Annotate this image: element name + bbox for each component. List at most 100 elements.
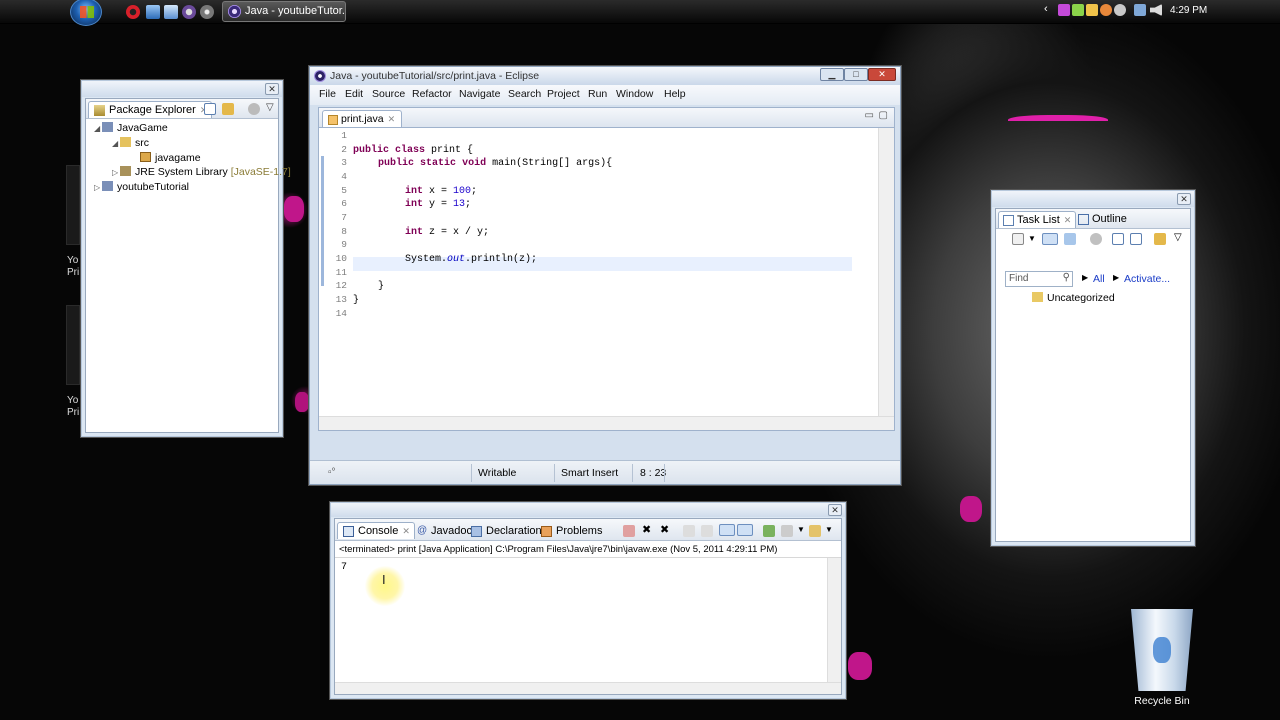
- scroll-lock-icon[interactable]: [701, 525, 713, 537]
- close-button[interactable]: ✕: [1177, 193, 1191, 205]
- tab-declaration[interactable]: Declaration: [471, 525, 542, 537]
- close-tab-icon[interactable]: ✕: [402, 526, 410, 536]
- expand-arrow-icon[interactable]: ◢: [94, 122, 102, 136]
- menu-source[interactable]: Source: [372, 88, 405, 100]
- tree-item-jre-library[interactable]: ▷ JRE System Library [JavaSE-1.7]: [112, 165, 291, 179]
- open-console-icon[interactable]: [809, 525, 821, 537]
- volume-icon[interactable]: [1150, 4, 1162, 16]
- minimize-editor-icon[interactable]: ▭: [865, 110, 874, 121]
- scheduled-icon[interactable]: [1064, 233, 1076, 245]
- pin-console-icon[interactable]: [763, 525, 775, 537]
- menu-run[interactable]: Run: [588, 88, 607, 100]
- tray-app-icon[interactable]: [1058, 4, 1070, 16]
- tray-app-icon[interactable]: [1114, 4, 1126, 16]
- chevron-down-icon[interactable]: ▽: [266, 102, 274, 113]
- horizontal-scrollbar[interactable]: [335, 682, 841, 694]
- tree-item-javagame-package[interactable]: javagame: [132, 151, 201, 165]
- start-button[interactable]: [70, 0, 102, 26]
- console-icon: [343, 526, 354, 537]
- switch-windows-icon[interactable]: [164, 5, 178, 19]
- chevron-down-icon[interactable]: ▼: [797, 525, 805, 534]
- tray-expand-icon[interactable]: ‹: [1044, 4, 1052, 16]
- network-icon[interactable]: [1134, 4, 1146, 16]
- maximize-button[interactable]: □: [844, 68, 868, 81]
- expand-arrow-icon[interactable]: ▷: [94, 181, 102, 195]
- find-input[interactable]: Find ⚲: [1005, 271, 1073, 287]
- clear-console-icon[interactable]: [683, 525, 695, 537]
- collapse-all-icon[interactable]: [204, 103, 216, 115]
- all-link[interactable]: All: [1093, 273, 1105, 285]
- recycle-bin[interactable]: Recycle Bin: [1124, 609, 1200, 707]
- close-button[interactable]: ✕: [828, 504, 842, 516]
- taskbar-eclipse-button[interactable]: Java - youtubeTutor...: [222, 1, 346, 22]
- remove-launch-icon[interactable]: ✖: [642, 523, 651, 536]
- word-wrap-icon[interactable]: [719, 524, 735, 536]
- collapse-all-icon[interactable]: [1130, 233, 1142, 245]
- tab-task-list[interactable]: Task List ✕: [998, 211, 1077, 228]
- synchronize-icon[interactable]: [1154, 233, 1166, 245]
- line-number: 9: [341, 239, 347, 250]
- tree-item-javagame[interactable]: ◢ JavaGame: [94, 121, 168, 135]
- tree-item-src[interactable]: ◢ src: [112, 136, 149, 150]
- tree-item-youtubetutorial[interactable]: ▷ youtubeTutorial: [94, 180, 189, 194]
- eclipse-titlebar[interactable]: Java - youtubeTutorial/src/print.java - …: [310, 67, 900, 85]
- new-task-icon[interactable]: [1012, 233, 1024, 245]
- terminate-icon[interactable]: [623, 525, 635, 537]
- package-explorer-titlebar[interactable]: ✕: [82, 81, 282, 97]
- console-output[interactable]: I 7: [335, 557, 841, 694]
- quicklaunch-icon[interactable]: [200, 5, 214, 19]
- package-explorer-window: ✕ Package Explorer✕ ▽ ◢ JavaGame ◢ src jav…: [81, 80, 291, 437]
- chevron-down-icon[interactable]: ▼: [1028, 234, 1036, 243]
- chevron-down-icon[interactable]: ▼: [825, 525, 833, 534]
- expand-arrow-icon[interactable]: ▷: [112, 166, 120, 180]
- remove-all-icon[interactable]: ✖: [660, 523, 669, 536]
- menu-edit[interactable]: Edit: [345, 88, 363, 100]
- focus-icon[interactable]: [1090, 233, 1102, 245]
- vertical-scrollbar[interactable]: [878, 128, 894, 430]
- task-list-titlebar[interactable]: ✕: [992, 191, 1194, 207]
- categorized-icon[interactable]: [1042, 233, 1058, 245]
- activate-link[interactable]: Activate...: [1124, 273, 1170, 285]
- tab-print-java[interactable]: print.java ✕: [322, 110, 403, 128]
- maximize-editor-icon[interactable]: ▢: [879, 110, 888, 121]
- outline-icon: [1078, 214, 1089, 225]
- close-button[interactable]: ✕: [868, 68, 896, 81]
- expand-arrow-icon[interactable]: ◢: [112, 137, 120, 151]
- menu-help[interactable]: Help: [664, 88, 686, 100]
- tab-problems[interactable]: Problems: [541, 525, 602, 537]
- menu-file[interactable]: File: [319, 88, 336, 100]
- browser-quicklaunch-icon[interactable]: [182, 5, 196, 19]
- hide-completed-icon[interactable]: [1112, 233, 1124, 245]
- tab-outline[interactable]: Outline: [1076, 213, 1127, 225]
- vertical-scrollbar[interactable]: [827, 558, 841, 694]
- close-button[interactable]: ✕: [265, 83, 279, 95]
- show-desktop-icon[interactable]: [146, 5, 160, 19]
- menu-window[interactable]: Window: [616, 88, 653, 100]
- view-menu-icon[interactable]: [248, 103, 260, 115]
- menu-project[interactable]: Project: [547, 88, 580, 100]
- display-console-icon[interactable]: [781, 525, 793, 537]
- tab-javadoc[interactable]: @ Javadoc: [417, 525, 472, 537]
- console-tabbar: Console ✕ @ Javadoc Declaration Problems …: [335, 519, 841, 541]
- tray-app-icon[interactable]: [1100, 4, 1112, 16]
- tab-console[interactable]: Console ✕: [337, 522, 415, 539]
- close-tab-icon[interactable]: ✕: [1064, 215, 1072, 225]
- opera-quicklaunch-icon[interactable]: [126, 5, 140, 19]
- menu-refactor[interactable]: Refactor: [412, 88, 452, 100]
- status-separator: [664, 464, 665, 482]
- code-editor[interactable]: 1 2 3 4 5 6 7 8 9 10 11 12 13 14 public …: [318, 127, 895, 431]
- tray-app-icon[interactable]: [1086, 4, 1098, 16]
- category-uncategorized[interactable]: Uncategorized: [1032, 291, 1115, 305]
- console-titlebar[interactable]: ✕: [331, 503, 845, 517]
- menu-search[interactable]: Search: [508, 88, 541, 100]
- link-with-editor-icon[interactable]: [222, 103, 234, 115]
- horizontal-scrollbar[interactable]: [319, 416, 894, 430]
- minimize-button[interactable]: ▁: [820, 68, 844, 81]
- chevron-down-icon[interactable]: ▽: [1174, 232, 1182, 243]
- menu-navigate[interactable]: Navigate: [459, 88, 500, 100]
- tab-package-explorer[interactable]: Package Explorer✕: [88, 101, 213, 118]
- close-tab-icon[interactable]: ✕: [388, 114, 396, 124]
- clock[interactable]: 4:29 PM: [1170, 5, 1207, 16]
- tray-app-icon[interactable]: [1072, 4, 1084, 16]
- show-on-output-icon[interactable]: [737, 524, 753, 536]
